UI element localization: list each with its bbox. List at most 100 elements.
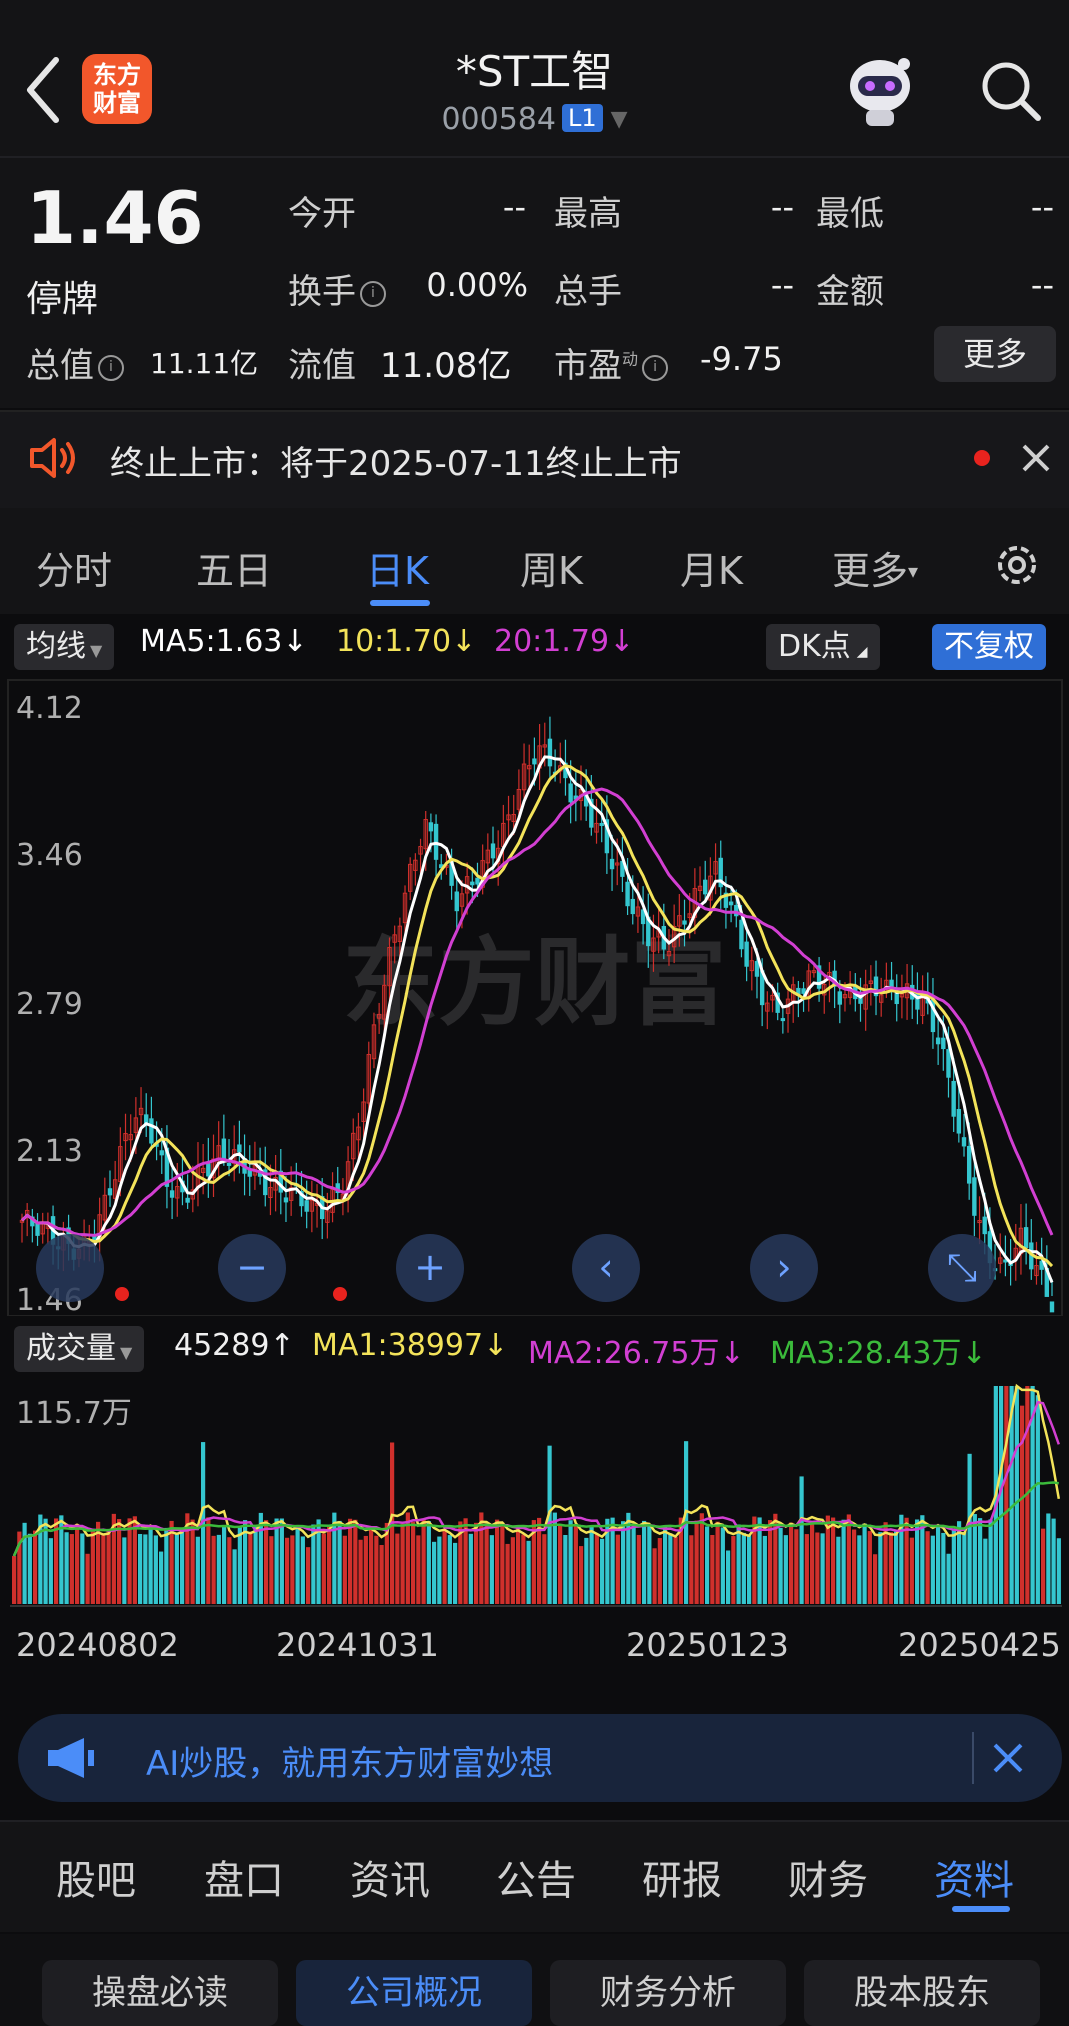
dk-point-select[interactable]: DK点 ◢ xyxy=(766,624,880,670)
dk-point-marker xyxy=(333,1287,347,1301)
candle-body xyxy=(149,1118,154,1144)
active-tab-underline xyxy=(370,600,430,606)
tab-weekly-k[interactable]: 周K xyxy=(520,540,583,595)
volume-bar xyxy=(936,1524,941,1604)
volume-bar xyxy=(715,1521,720,1604)
zoom-left-icon[interactable] xyxy=(36,1234,104,1302)
notice-text: 终止上市：将于2025-07-11终止上市 xyxy=(110,444,682,484)
volume-bar xyxy=(768,1520,773,1604)
volume-bar xyxy=(453,1542,458,1604)
candle-body xyxy=(283,1197,289,1203)
y-tick-label: 4.12 xyxy=(16,691,83,726)
volume-ma3-text: MA3:28.43万 xyxy=(770,1336,962,1371)
tab-pankou[interactable]: 盘口 xyxy=(204,1848,284,1906)
tab-five-day[interactable]: 五日 xyxy=(196,540,272,595)
chevron-down-icon[interactable]: ▼ xyxy=(611,107,628,132)
subtab-company-overview[interactable]: 公司概况 xyxy=(296,1960,532,2026)
volume-bar xyxy=(80,1533,85,1604)
tab-research[interactable]: 研报 xyxy=(642,1848,722,1906)
turnover-label-text: 换手 xyxy=(288,272,356,312)
tab-guba[interactable]: 股吧 xyxy=(56,1848,136,1906)
volume-bar xyxy=(925,1531,930,1604)
down-arrow-icon: ↓ xyxy=(282,624,308,659)
candle-body xyxy=(428,822,434,832)
volume-chart[interactable] xyxy=(0,1378,1069,1614)
turnover-label[interactable]: 换手 i xyxy=(288,264,386,313)
volume-bar xyxy=(652,1548,657,1604)
volume-ma1-text: MA1:38997 xyxy=(312,1328,484,1363)
ma-select-label: 均线 xyxy=(26,629,86,664)
candle-body xyxy=(801,988,806,994)
volume-bar xyxy=(421,1519,426,1604)
date-tick-4: 20250425 xyxy=(898,1626,1061,1664)
prev-icon[interactable]: ‹ xyxy=(572,1234,640,1302)
volume-bar xyxy=(400,1523,405,1604)
subtab-must-read[interactable]: 操盘必读 xyxy=(42,1960,278,2026)
volume-bar xyxy=(568,1520,573,1604)
tab-profile[interactable]: 资料 xyxy=(934,1848,1014,1906)
up-arrow-icon: ↑ xyxy=(269,1328,295,1363)
float-label: 流值 xyxy=(288,346,356,386)
candle-body xyxy=(739,919,744,950)
mktcap-label[interactable]: 总值 i xyxy=(26,338,124,387)
ma-select[interactable]: 均线 ▼ xyxy=(14,624,115,670)
adjust-toggle[interactable]: 不复权 xyxy=(932,624,1046,670)
volume-bar xyxy=(888,1532,893,1604)
volume-bar xyxy=(447,1535,452,1604)
volume-bar xyxy=(836,1536,841,1604)
candle-body xyxy=(599,822,604,826)
volume-bar xyxy=(474,1522,479,1604)
candle-body xyxy=(532,758,537,765)
close-icon[interactable] xyxy=(992,1742,1024,1774)
candle-body xyxy=(780,1018,786,1022)
candle-body xyxy=(1023,1227,1029,1248)
tab-monthly-k[interactable]: 月K xyxy=(680,540,743,595)
volume-indicator-select[interactable]: 成交量 ▼ xyxy=(14,1326,145,1372)
subtab-financial-analysis[interactable]: 财务分析 xyxy=(550,1960,786,2026)
volume-bar xyxy=(878,1532,883,1604)
ma5-value: MA5:1.63↓ xyxy=(140,624,308,659)
tab-news[interactable]: 资讯 xyxy=(350,1848,430,1906)
pe-label[interactable]: 市盈动 i xyxy=(554,338,669,387)
fullscreen-icon[interactable]: ⤡ xyxy=(928,1234,996,1302)
candle-body xyxy=(728,901,734,906)
amount-value: -- xyxy=(1030,266,1054,304)
volume-bar xyxy=(232,1549,237,1604)
kline-chart[interactable]: 东方财富4.123.462.792.131.46− + ‹ › ⤡ xyxy=(0,676,1069,1316)
volume-bar xyxy=(321,1533,326,1604)
candle-body xyxy=(966,1145,972,1184)
volume-bar xyxy=(1046,1513,1051,1604)
volume-bar xyxy=(269,1536,274,1604)
settings-gear-icon[interactable] xyxy=(990,538,1044,592)
volume-bar xyxy=(988,1519,993,1604)
high-label: 最高 xyxy=(554,194,622,234)
volume-bar xyxy=(437,1536,442,1604)
volume-bar xyxy=(747,1535,752,1604)
volume-bar xyxy=(300,1536,305,1604)
volume-bar xyxy=(909,1537,914,1604)
volume-bar xyxy=(710,1535,715,1604)
subtab-shareholders[interactable]: 股本股东 xyxy=(804,1960,1040,2026)
search-icon[interactable] xyxy=(978,58,1044,124)
tab-more[interactable]: 更多▾ xyxy=(832,540,918,595)
volume-bar xyxy=(222,1526,227,1604)
volume-bar xyxy=(558,1523,563,1604)
volume-bar xyxy=(122,1537,127,1604)
more-quote-button[interactable]: 更多 xyxy=(934,326,1056,382)
candle-body xyxy=(475,877,480,885)
volume-bar xyxy=(852,1529,857,1604)
zoom-out-icon[interactable]: − xyxy=(218,1234,286,1302)
volume-ma2-text: MA2:26.75万 xyxy=(528,1336,720,1371)
volume-bar xyxy=(736,1524,741,1604)
volume-bar xyxy=(663,1525,668,1604)
next-icon[interactable]: › xyxy=(750,1234,818,1302)
tab-intraday[interactable]: 分时 xyxy=(36,540,112,595)
tab-announcements[interactable]: 公告 xyxy=(496,1848,576,1906)
close-icon[interactable] xyxy=(1020,442,1052,474)
zoom-in-icon[interactable]: + xyxy=(396,1234,464,1302)
tab-finance[interactable]: 财务 xyxy=(788,1848,868,1906)
caret-down-icon: ▾ xyxy=(908,559,919,583)
tab-daily-k[interactable]: 日K xyxy=(366,540,429,595)
volume-bar xyxy=(416,1535,421,1604)
robot-avatar-icon[interactable] xyxy=(840,50,920,130)
